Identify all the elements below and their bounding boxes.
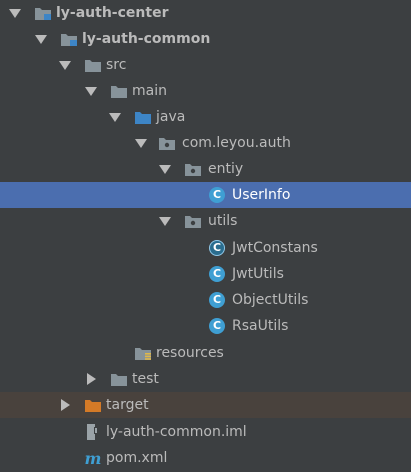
- node-label: test: [132, 371, 159, 387]
- tree-node-entiy[interactable]: entiy: [0, 156, 411, 182]
- node-label: src: [106, 57, 127, 73]
- tree-node-pom[interactable]: m pom.xml: [0, 445, 411, 471]
- node-label: ly-auth-center: [56, 5, 169, 21]
- package-icon: [184, 213, 202, 229]
- tree-node-utils[interactable]: utils: [0, 208, 411, 234]
- collapse-arrow-icon[interactable]: [84, 373, 98, 385]
- class-icon: C: [208, 318, 226, 334]
- tree-node-resources[interactable]: resources: [0, 340, 411, 366]
- expand-arrow-icon[interactable]: [84, 85, 98, 97]
- abstract-class-icon: C: [208, 240, 226, 256]
- tree-node-main[interactable]: main: [0, 78, 411, 104]
- tree-node-com-leyou-auth[interactable]: com.leyou.auth: [0, 130, 411, 156]
- class-icon: C: [208, 187, 226, 203]
- node-label: com.leyou.auth: [182, 135, 291, 151]
- expand-arrow-icon[interactable]: [58, 59, 72, 71]
- node-label: java: [156, 109, 186, 125]
- expand-arrow-icon[interactable]: [8, 7, 22, 19]
- node-label: UserInfo: [232, 187, 291, 203]
- tree-node-ly-auth-common[interactable]: ly-auth-common: [0, 26, 411, 52]
- module-folder-icon: [60, 31, 78, 47]
- tree-node-ly-auth-center[interactable]: ly-auth-center: [0, 0, 411, 26]
- project-tree: ly-auth-center ly-auth-common src main j…: [0, 0, 411, 472]
- tree-node-jwtconstans[interactable]: C JwtConstans: [0, 235, 411, 261]
- tree-node-iml-file[interactable]: ly-auth-common.iml: [0, 419, 411, 445]
- node-label: JwtConstans: [232, 240, 318, 256]
- folder-icon: [110, 371, 128, 387]
- collapse-arrow-icon[interactable]: [58, 399, 72, 411]
- node-label: ObjectUtils: [232, 292, 309, 308]
- folder-icon: [110, 83, 128, 99]
- tree-node-target[interactable]: target: [0, 392, 411, 418]
- node-label: pom.xml: [106, 450, 168, 466]
- expand-arrow-icon[interactable]: [158, 215, 172, 227]
- expand-arrow-icon[interactable]: [108, 111, 122, 123]
- tree-node-rsautils[interactable]: C RsaUtils: [0, 313, 411, 339]
- tree-node-src[interactable]: src: [0, 52, 411, 78]
- tree-node-jwtutils[interactable]: C JwtUtils: [0, 261, 411, 287]
- node-label: JwtUtils: [232, 266, 284, 282]
- node-label: utils: [208, 213, 238, 229]
- resources-folder-icon: [134, 345, 152, 361]
- node-label: RsaUtils: [232, 318, 289, 334]
- node-label: ly-auth-common.iml: [106, 424, 247, 440]
- expand-arrow-icon[interactable]: [158, 163, 172, 175]
- tree-node-objectutils[interactable]: C ObjectUtils: [0, 287, 411, 313]
- module-folder-icon: [34, 5, 52, 21]
- node-label: ly-auth-common: [82, 31, 211, 47]
- node-label: entiy: [208, 161, 244, 177]
- package-icon: [184, 161, 202, 177]
- class-icon: C: [208, 266, 226, 282]
- tree-node-test[interactable]: test: [0, 366, 411, 392]
- package-icon: [158, 135, 176, 151]
- folder-icon: [84, 57, 102, 73]
- excluded-folder-icon: [84, 397, 102, 413]
- class-icon: C: [208, 292, 226, 308]
- tree-node-userinfo[interactable]: C UserInfo: [0, 182, 411, 208]
- node-label: main: [132, 83, 167, 99]
- expand-arrow-icon[interactable]: [134, 137, 148, 149]
- node-label: resources: [156, 345, 224, 361]
- source-root-folder-icon: [134, 109, 152, 125]
- tree-node-java[interactable]: java: [0, 104, 411, 130]
- node-label: target: [106, 397, 149, 413]
- maven-icon: m: [84, 448, 102, 468]
- iml-file-icon: [84, 424, 102, 440]
- expand-arrow-icon[interactable]: [34, 33, 48, 45]
